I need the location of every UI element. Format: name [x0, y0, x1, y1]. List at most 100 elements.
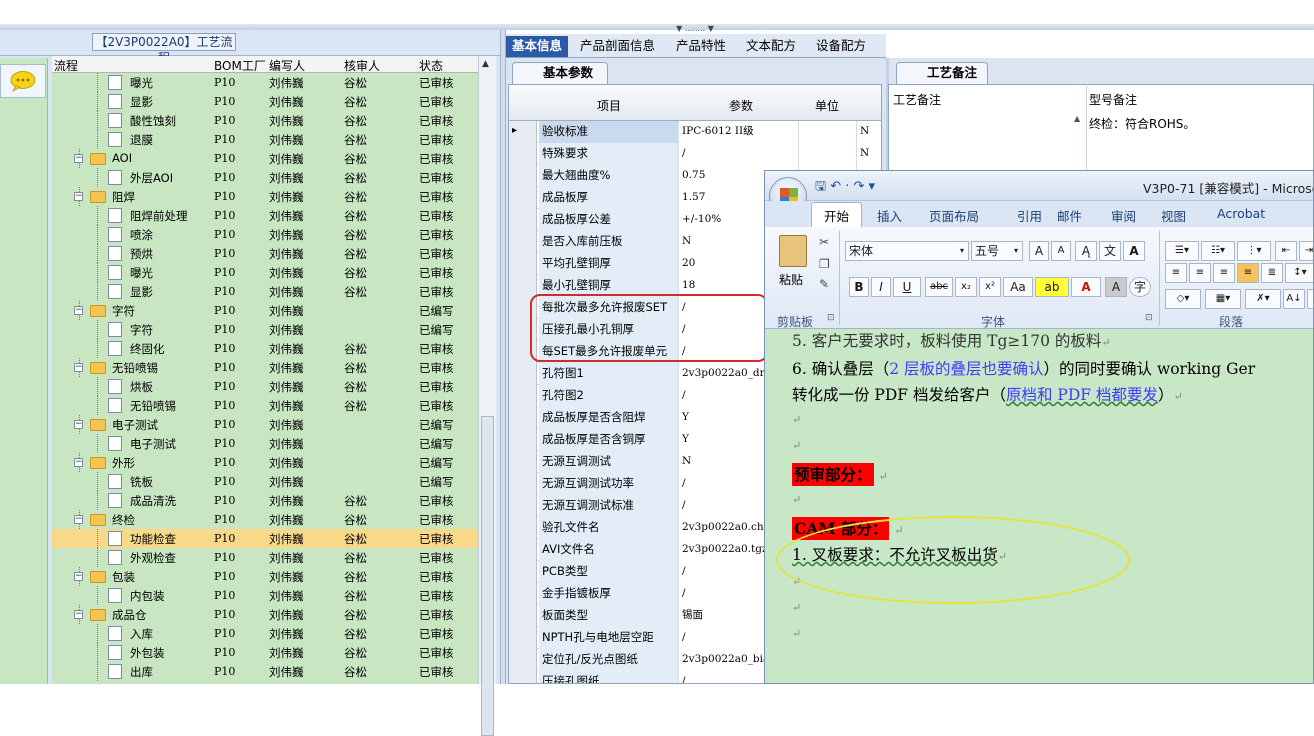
- ribbon-tab-7[interactable]: Acrobat: [1217, 206, 1265, 221]
- dialog-launcher-icon[interactable]: ⊡: [1145, 313, 1153, 323]
- ribbon-tab-1[interactable]: 插入: [877, 206, 902, 225]
- tree-row[interactable]: 喷涂 P10 刘伟巍 谷松 已审核: [52, 225, 478, 244]
- tree-row[interactable]: 外观检查 P10 刘伟巍 谷松 已审核: [52, 548, 478, 567]
- tree-row[interactable]: 曝光 P10 刘伟巍 谷松 已审核: [52, 263, 478, 282]
- phonetic-guide-icon[interactable]: 文: [1099, 241, 1121, 261]
- line-spacing-icon[interactable]: ↕▾: [1285, 263, 1313, 283]
- scroll-up-icon[interactable]: ▲: [1074, 114, 1080, 123]
- shading-icon[interactable]: ◇▾: [1165, 289, 1201, 309]
- sort-icon[interactable]: A↓: [1283, 289, 1305, 309]
- tab-main-0[interactable]: 基本信息: [506, 36, 569, 57]
- collapse-icon[interactable]: −: [74, 515, 83, 524]
- align-center-icon[interactable]: ≡: [1189, 263, 1211, 283]
- ribbon-tab-3[interactable]: 引用: [1017, 206, 1042, 225]
- collapse-icon[interactable]: −: [74, 363, 83, 372]
- tree-row[interactable]: 功能检查 P10 刘伟巍 谷松 已审核: [52, 529, 478, 548]
- tree-row[interactable]: 铣板 P10 刘伟巍 已编写: [52, 472, 478, 491]
- chinese-layout-icon[interactable]: ✗▾: [1245, 289, 1281, 309]
- row-header[interactable]: [509, 627, 537, 649]
- param-flag[interactable]: N: [857, 143, 881, 165]
- collapse-icon[interactable]: −: [74, 420, 83, 429]
- tree-row[interactable]: 出库 P10 刘伟巍 谷松 已审核: [52, 662, 478, 681]
- row-header[interactable]: [509, 209, 537, 231]
- tree-row[interactable]: 内包装 P10 刘伟巍 谷松 已审核: [52, 586, 478, 605]
- tree-row[interactable]: − AOI P10 刘伟巍 谷松 已审核: [52, 149, 478, 168]
- multilevel-list-icon[interactable]: ⋮▾: [1237, 241, 1271, 261]
- numbering-icon[interactable]: ☷▾: [1201, 241, 1235, 261]
- ribbon-tab-0[interactable]: 开始: [811, 202, 863, 228]
- paste-label[interactable]: 粘贴: [779, 271, 803, 288]
- paste-icon[interactable]: [779, 235, 807, 267]
- param-value[interactable]: IPC-6012 II级: [679, 121, 799, 143]
- row-header[interactable]: [509, 429, 537, 451]
- tree-row[interactable]: 字符 P10 刘伟巍 已编写: [52, 320, 478, 339]
- tree-row[interactable]: 终固化 P10 刘伟巍 谷松 已审核: [52, 339, 478, 358]
- param-unit[interactable]: [799, 143, 857, 165]
- collapse-icon[interactable]: −: [74, 610, 83, 619]
- collapse-icon[interactable]: −: [74, 154, 83, 163]
- tab-craft-notes[interactable]: 工艺备注: [896, 62, 988, 84]
- collapse-icon[interactable]: −: [74, 572, 83, 581]
- param-row[interactable]: ▸ 验收标准 IPC-6012 II级 N: [509, 121, 881, 143]
- row-header[interactable]: [509, 187, 537, 209]
- superscript-icon[interactable]: x²: [979, 277, 1001, 297]
- scroll-thumb[interactable]: [481, 416, 494, 736]
- tree-row[interactable]: 烘板 P10 刘伟巍 谷松 已审核: [52, 377, 478, 396]
- tab-main-4[interactable]: 设备配方: [810, 36, 872, 57]
- borders-icon[interactable]: ▦▾: [1205, 289, 1241, 309]
- tree-row[interactable]: 显影 P10 刘伟巍 谷松 已审核: [52, 92, 478, 111]
- highlight-icon[interactable]: ab: [1035, 277, 1069, 297]
- shrink-font-icon[interactable]: A: [1051, 241, 1071, 261]
- tree-row[interactable]: − 包装 P10 刘伟巍 谷松 已审核: [52, 567, 478, 586]
- tree-row[interactable]: 酸性蚀刻 P10 刘伟巍 谷松 已审核: [52, 111, 478, 130]
- tree-row[interactable]: 电子测试 P10 刘伟巍 已编写: [52, 434, 478, 453]
- document-body[interactable]: 5. 客户无要求时，板料使用 Tg≥170 的板料↵ 6. 确认叠层（2 层板的…: [765, 329, 1313, 683]
- row-header[interactable]: [509, 451, 537, 473]
- quick-access-toolbar[interactable]: 🖫 ↶ · ↷ ▾: [815, 177, 875, 199]
- tab-basic-params[interactable]: 基本参数: [512, 62, 608, 84]
- row-header[interactable]: [509, 517, 537, 539]
- font-size-select[interactable]: 五号 ▾: [971, 241, 1023, 261]
- row-header[interactable]: [509, 165, 537, 187]
- justify-icon[interactable]: ≡: [1237, 263, 1259, 283]
- align-left-icon[interactable]: ≡: [1165, 263, 1187, 283]
- enclose-char-icon[interactable]: 字: [1129, 277, 1151, 297]
- change-case-icon[interactable]: Aa: [1003, 277, 1033, 297]
- font-name-select[interactable]: 宋体 ▾: [845, 241, 969, 261]
- row-header[interactable]: [509, 473, 537, 495]
- tree-row[interactable]: 曝光 P10 刘伟巍 谷松 已审核: [52, 73, 478, 92]
- tab-main-1[interactable]: 产品剖面信息: [574, 36, 661, 57]
- row-header[interactable]: [509, 363, 537, 385]
- tree-row[interactable]: 阻焊前处理 P10 刘伟巍 谷松 已审核: [52, 206, 478, 225]
- italic-icon[interactable]: I: [871, 277, 891, 297]
- cut-icon[interactable]: ✂: [819, 235, 829, 249]
- horizontal-splitter-handle[interactable]: ▼ ........ ▼: [664, 25, 726, 33]
- tree-row[interactable]: 入库 P10 刘伟巍 谷松 已审核: [52, 624, 478, 643]
- collapse-icon[interactable]: −: [74, 192, 83, 201]
- tree-row[interactable]: − 无铅喷锡 P10 刘伟巍 谷松 已审核: [52, 358, 478, 377]
- bullets-icon[interactable]: ☰▾: [1165, 241, 1199, 261]
- scroll-up-icon[interactable]: ▲: [482, 59, 489, 69]
- increase-indent-icon[interactable]: ⇥: [1299, 241, 1313, 261]
- show-marks-icon[interactable]: ¶: [1307, 289, 1313, 309]
- clear-format-icon[interactable]: Ą: [1075, 241, 1097, 261]
- strikethrough-icon[interactable]: abc: [925, 277, 953, 297]
- ribbon-tab-4[interactable]: 邮件: [1057, 206, 1082, 225]
- tree-row[interactable]: − 成品仓 P10 刘伟巍 谷松 已审核: [52, 605, 478, 624]
- format-painter-icon[interactable]: ✎: [819, 277, 829, 291]
- tab-main-3[interactable]: 文本配方: [740, 36, 802, 57]
- copy-icon[interactable]: ❐: [819, 257, 830, 271]
- tree-scrollbar[interactable]: ▲: [478, 56, 496, 736]
- row-header[interactable]: [509, 495, 537, 517]
- tree-row[interactable]: 外层AOI P10 刘伟巍 谷松 已审核: [52, 168, 478, 187]
- ribbon-tab-6[interactable]: 视图: [1161, 206, 1186, 225]
- row-header[interactable]: [509, 539, 537, 561]
- tree-row[interactable]: − 字符 P10 刘伟巍 已编写: [52, 301, 478, 320]
- grow-font-icon[interactable]: A: [1029, 241, 1049, 261]
- row-header[interactable]: ▸: [509, 121, 537, 143]
- bold-icon[interactable]: B: [849, 277, 869, 297]
- row-header[interactable]: [509, 583, 537, 605]
- row-header[interactable]: [509, 561, 537, 583]
- param-value[interactable]: /: [679, 143, 799, 165]
- collapse-icon[interactable]: −: [74, 306, 83, 315]
